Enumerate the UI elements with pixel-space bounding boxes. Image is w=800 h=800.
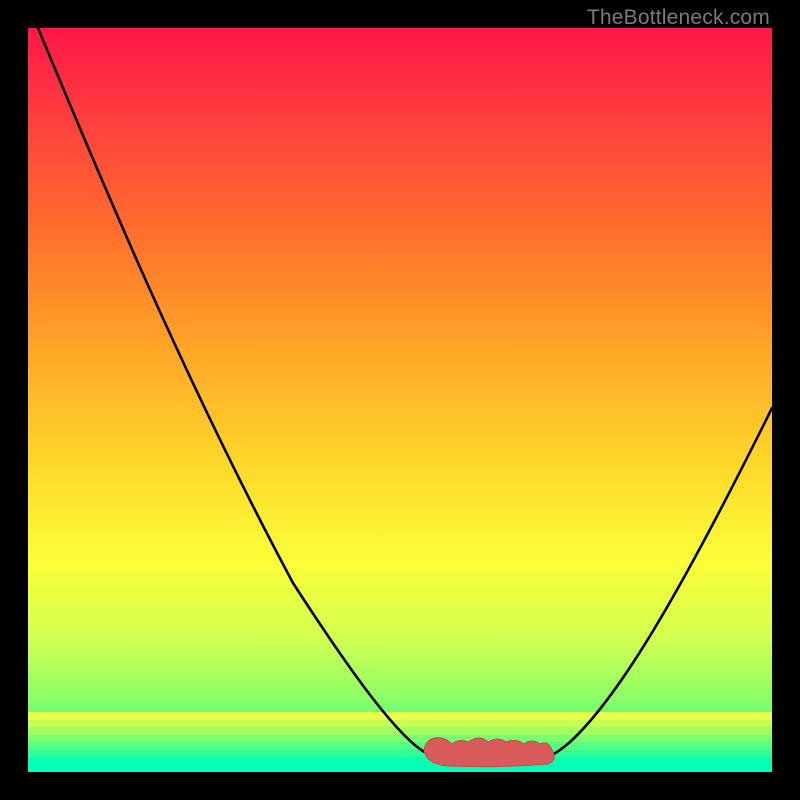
- curve-layer: [28, 28, 772, 772]
- chart-stage: TheBottleneck.com: [0, 0, 800, 800]
- valley-marker: [424, 738, 554, 767]
- watermark-text: TheBottleneck.com: [587, 6, 770, 30]
- bottleneck-curve: [38, 28, 772, 760]
- plot-area: [28, 28, 772, 772]
